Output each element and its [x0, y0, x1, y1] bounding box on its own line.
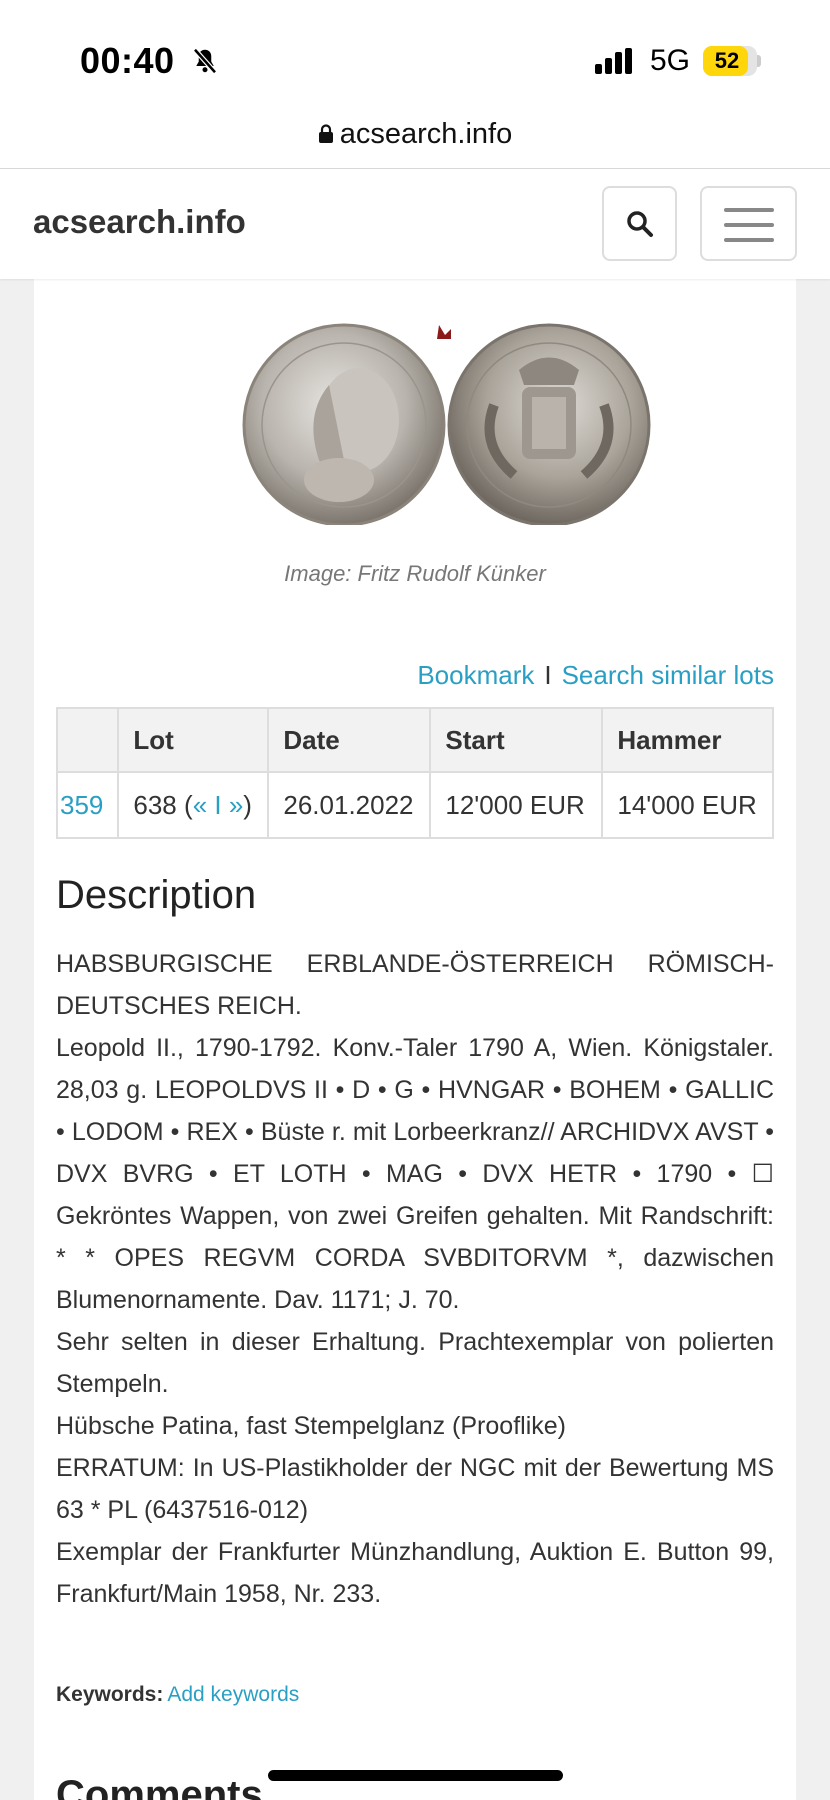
hamburger-icon-bar	[724, 223, 774, 227]
battery-label: 52	[714, 48, 740, 73]
column-header-lot: Lot	[117, 707, 270, 773]
column-header-hammer: Hammer	[601, 707, 774, 773]
description-body: HABSBURGISCHE ERBLANDE-ÖSTERREICH RÖMISC…	[56, 943, 774, 1615]
signal-icon	[595, 48, 632, 74]
search-similar-link[interactable]: Search similar lots	[562, 660, 774, 690]
lot-nav-links[interactable]: « I »	[193, 790, 244, 820]
column-header	[55, 707, 120, 773]
hamburger-icon	[724, 208, 774, 212]
description-paragraph: HABSBURGISCHE ERBLANDE-ÖSTERREICH RÖMISC…	[56, 950, 774, 1020]
search-button[interactable]	[602, 186, 677, 261]
keywords-label: Keywords:	[56, 1683, 164, 1706]
coin-image[interactable]	[239, 315, 659, 525]
network-label: 5G	[650, 44, 691, 77]
description-paragraph: Exemplar der Frankfurter Münzhandlung, A…	[56, 1538, 774, 1608]
description-paragraph: Sehr selten in dieser Erhaltung. Prachte…	[56, 1328, 774, 1398]
column-header-start: Start	[429, 707, 604, 773]
add-keywords-link[interactable]: Add keywords	[167, 1683, 299, 1706]
bookmark-link[interactable]: Bookmark	[417, 660, 534, 690]
lot-cell: 638 (« I »)	[117, 771, 270, 839]
battery-indicator: 52	[703, 46, 757, 76]
lot-nav-close: )	[243, 789, 252, 820]
lot-nav-open: (	[184, 789, 193, 820]
image-caption: Image: Fritz Rudolf Künker	[284, 561, 546, 586]
lot-card: Image: Fritz Rudolf Künker Bookmark I Sear…	[34, 279, 796, 1800]
battery-tip	[757, 55, 761, 67]
status-bar: 00:40 5G 52	[0, 0, 830, 120]
hammer-price-cell: 14'000 EUR	[601, 771, 774, 839]
table-header-row: Lot Date Start Hammer	[55, 707, 774, 773]
actions-separator: I	[544, 660, 552, 690]
url-bar[interactable]: acsearch.info	[0, 118, 830, 168]
table-row: 359 638 (« I ») 26.01.2022 12'000 EUR 14…	[55, 771, 774, 839]
lot-number: 638	[133, 789, 177, 820]
column-header-date: Date	[267, 707, 432, 773]
bell-slash-icon	[193, 48, 217, 74]
site-navbar: acsearch.info	[0, 169, 830, 279]
menu-button[interactable]	[700, 186, 797, 261]
home-indicator[interactable]	[268, 1770, 563, 1781]
url-text: acsearch.info	[339, 118, 513, 150]
status-time: 00:40	[80, 40, 175, 81]
search-icon	[627, 211, 653, 237]
lot-table: Lot Date Start Hammer 359 638 (« I ») 26…	[55, 707, 774, 839]
hamburger-icon-bar	[724, 238, 774, 242]
description-paragraph: ERRATUM: In US-Plastikholder der NGC mit…	[56, 1454, 774, 1524]
description-paragraph: Hübsche Patina, fast Stempelglanz (Proof…	[56, 1412, 566, 1440]
comments-title: Comments	[56, 1773, 263, 1800]
date-cell: 26.01.2022	[267, 771, 432, 839]
description-paragraph: Leopold II., 1790-1792. Konv.-Taler 1790…	[56, 1034, 774, 1314]
keywords-row: Keywords: Add keywords	[56, 1683, 299, 1707]
start-price-cell: 12'000 EUR	[429, 771, 604, 839]
site-brand[interactable]: acsearch.info	[33, 203, 246, 241]
auction-number-link[interactable]: 359	[55, 771, 120, 839]
description-title: Description	[56, 873, 257, 917]
lock-icon	[318, 124, 333, 143]
lot-actions: Bookmark I Search similar lots	[417, 660, 774, 691]
